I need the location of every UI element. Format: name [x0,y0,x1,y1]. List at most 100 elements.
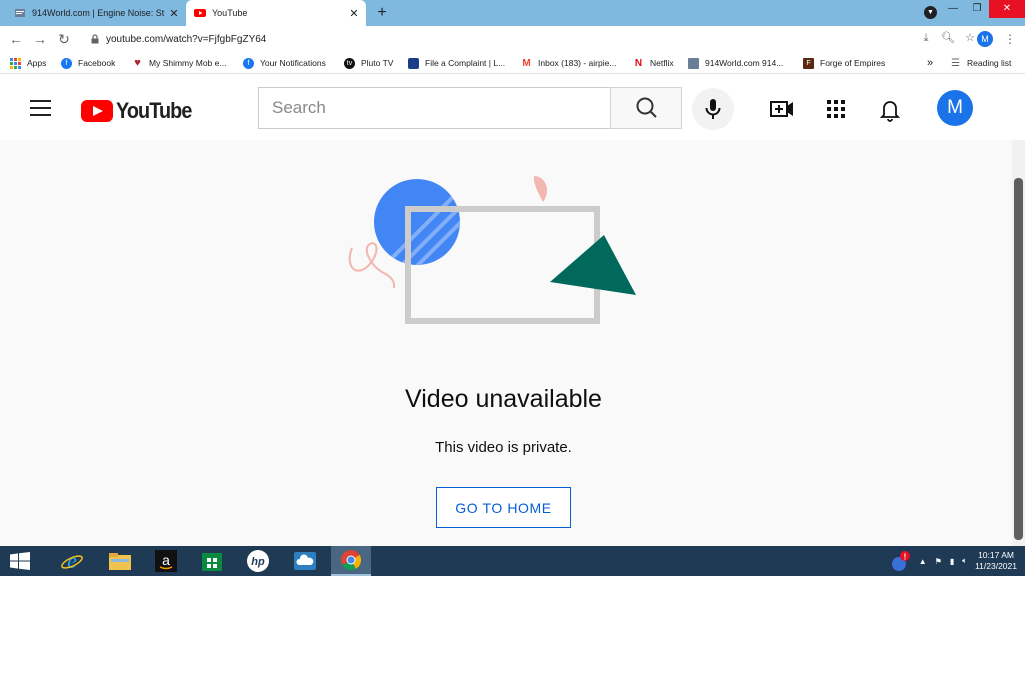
facebook-icon: f [243,57,254,69]
restore-icon[interactable]: ❐ [965,0,989,18]
bookmark-facebook[interactable]: f Facebook [61,56,115,70]
bookmarks-overflow-button[interactable]: » [927,56,933,70]
taskbar-file-explorer[interactable] [100,546,140,576]
chrome-icon [341,550,362,571]
tab-title: 914World.com | Engine Noise: St [32,8,165,18]
bookmark-forge-of-empires[interactable]: F Forge of Empires [803,56,885,70]
tab-914world[interactable]: 914World.com | Engine Noise: St ✕ [6,0,186,26]
scrollbar-thumb[interactable] [1014,178,1023,540]
amazon-icon: a [155,550,177,572]
bookmark-label: Netflix [650,58,674,68]
window-controls: — ❐ ✕ [941,0,1025,18]
youtube-favicon-icon [194,9,206,17]
hp-logo-icon: hp [247,550,269,572]
bookmark-shimmy-mob[interactable]: ♥ My Shimmy Mob e... [132,56,226,70]
tab-youtube[interactable]: YouTube ✕ [186,0,366,26]
folder-icon [109,553,131,570]
reading-list-button[interactable]: ☰ Reading list [950,56,1011,70]
apps-grid-icon[interactable] [822,95,850,123]
lock-icon [91,34,99,44]
omnibox-actions: ⤓ 🔍︎ ☆ [919,31,977,45]
new-tab-button[interactable]: + [372,3,392,23]
action-center-flag-icon[interactable]: ⚑ [935,557,942,566]
reading-list-label: Reading list [967,58,1012,68]
browser-tab-strip: 914World.com | Engine Noise: St ✕ YouTub… [0,0,1025,26]
bookmark-label: File a Complaint | L... [425,58,506,68]
bookmark-label: Pluto TV [361,58,394,68]
search-button[interactable] [610,87,682,129]
bookmark-label: Your Notifications [260,58,326,68]
volume-icon[interactable]: 🔈︎ [962,556,967,566]
reload-icon[interactable]: ↻ [56,31,72,47]
bookmarks-bar: Apps f Facebook ♥ My Shimmy Mob e... f Y… [0,52,1025,74]
taskbar-weather-app[interactable] [285,546,325,576]
windows-logo-icon [10,552,30,570]
netflix-icon: N [634,57,643,69]
store-icon [202,553,222,571]
youtube-logo[interactable]: YouTube [81,98,200,124]
youtube-wordmark: YouTube [116,98,192,123]
pluto-tv-icon: tv [344,57,355,69]
bookmark-complaint[interactable]: File a Complaint | L... [408,56,505,70]
search-box [258,87,610,129]
notifications-bell-icon[interactable] [876,95,904,123]
back-arrow-icon[interactable]: ← [8,31,24,47]
search-input[interactable] [259,88,610,128]
install-icon[interactable]: ⤓ [919,31,933,45]
address-bar[interactable]: youtube.com/watch?v=FjfgbFgZY64 [82,29,968,49]
bookmark-star-icon[interactable]: ☆ [963,31,977,45]
facebook-icon: f [61,57,72,69]
browser-toolbar: ← → ↻ youtube.com/watch?v=FjfgbFgZY64 ⤓ … [0,26,1025,52]
page-icon [408,57,419,69]
voice-search-button[interactable] [692,88,734,130]
zoom-icon[interactable]: 🔍︎ [941,31,955,45]
tab-close-icon[interactable]: ✕ [166,7,182,20]
clock-time: 10:17 AM [978,550,1014,560]
video-private-message: This video is private. [435,439,572,456]
bookmark-label: Forge of Empires [820,58,886,68]
internet-explorer-icon: e [61,549,83,573]
create-video-icon[interactable] [768,95,796,123]
clock-date: 11/23/2021 [975,561,1017,571]
windows-taskbar: e a hp ! ▲ ⚑ ▮ 🔈︎ 10:17 AM 11/23/2021 [0,546,1025,576]
svg-text:a: a [162,552,170,568]
microphone-icon [705,99,721,119]
page-icon [688,57,699,69]
hamburger-menu-icon[interactable] [30,100,51,116]
bookmark-pluto-tv[interactable]: tv Pluto TV [344,56,393,70]
start-button[interactable] [0,546,40,576]
tab-title: YouTube [212,8,248,18]
window-close-icon[interactable]: ✕ [989,0,1025,18]
go-to-home-button[interactable]: GO TO HOME [436,487,571,528]
taskbar-hp[interactable]: hp [238,546,278,576]
bookmark-914world[interactable]: 914World.com 914... [688,56,783,70]
bookmark-netflix[interactable]: N Netflix [633,56,674,70]
bookmark-label: Apps [27,58,47,68]
page-favicon-icon [15,9,25,17]
youtube-play-icon [81,100,113,122]
search-icon [636,97,657,118]
security-alert-icon[interactable]: ! [891,550,911,572]
svg-text:!: ! [903,553,906,562]
taskbar-amazon[interactable]: a [146,546,186,576]
tab-search-dropdown-icon[interactable]: ▼ [924,6,937,19]
minimize-icon[interactable]: — [941,0,965,18]
account-avatar[interactable]: M [937,90,973,126]
profile-avatar[interactable]: M [977,31,993,47]
system-clock[interactable]: 10:17 AM 11/23/2021 [975,550,1017,572]
apps-grid-icon [10,57,21,69]
bookmark-inbox[interactable]: M Inbox (183) - airpie... [521,56,616,70]
browser-menu-icon[interactable]: ⋮ [1004,31,1016,47]
battery-icon[interactable]: ▮ [950,557,954,566]
video-unavailable-heading: Video unavailable [405,385,602,413]
bookmark-apps[interactable]: Apps [10,56,46,70]
tray-overflow-icon[interactable]: ▲ [919,557,927,566]
taskbar-internet-explorer[interactable]: e [52,546,92,576]
tab-close-icon[interactable]: ✕ [346,7,362,20]
taskbar-chrome[interactable] [331,546,371,576]
taskbar-microsoft-store[interactable] [192,546,232,576]
bookmark-notifications[interactable]: f Your Notifications [243,56,326,70]
url-text: youtube.com/watch?v=FjfgbFgZY64 [106,33,267,45]
reading-list-icon: ☰ [951,57,960,69]
forward-arrow-icon[interactable]: → [32,31,48,47]
